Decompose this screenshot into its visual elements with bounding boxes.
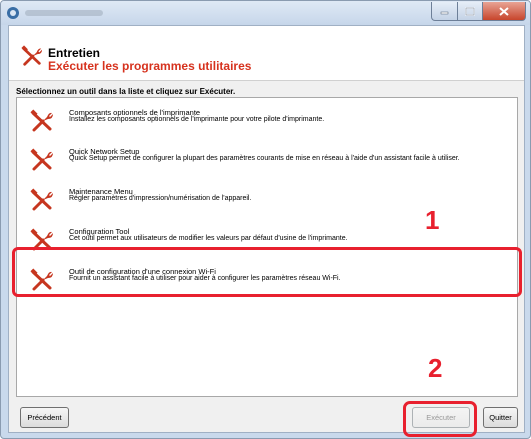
callout-highlight-wifi-item — [12, 247, 522, 297]
tools-icon — [30, 188, 53, 211]
callout-highlight-execute — [403, 401, 477, 437]
previous-button[interactable]: Précédent — [20, 407, 69, 428]
list-item-printer-options[interactable]: Composants optionnels de l'imprimante In… — [17, 101, 517, 141]
close-button[interactable] — [483, 2, 526, 21]
tools-icon — [30, 109, 53, 132]
utility-window: Entretien Exécuter les programmes utilit… — [0, 0, 531, 439]
list-item-quick-network-setup[interactable]: Quick Network Setup Quick Setup permet d… — [17, 140, 517, 180]
dialog-header: Entretien Exécuter les programmes utilit… — [9, 26, 524, 81]
page-subtitle: Exécuter les programmes utilitaires — [48, 59, 252, 73]
list-item-maintenance-menu[interactable]: Maintenance Menu Régler paramètres d'imp… — [17, 180, 517, 220]
tools-icon — [30, 148, 53, 171]
instruction-text: Sélectionnez un outil dans la liste et c… — [16, 87, 236, 96]
quit-button[interactable]: Quitter — [483, 407, 518, 428]
item-description: Quick Setup permet de configurer la plup… — [69, 155, 460, 162]
minimize-icon — [440, 11, 449, 15]
item-description: Installez les composants optionnels de l… — [69, 116, 325, 123]
item-description: Cet outil permet aux utilisateurs de mod… — [69, 235, 348, 242]
window-title-blurred — [25, 10, 103, 16]
app-icon — [7, 7, 19, 19]
callout-step-1: 1 — [425, 205, 440, 235]
close-icon — [499, 6, 509, 16]
window-controls — [431, 2, 526, 21]
tools-icon — [21, 45, 43, 66]
callout-step-2: 2 — [428, 353, 443, 383]
item-description: Régler paramètres d'impression/numérisat… — [69, 195, 252, 202]
title-bar[interactable] — [1, 1, 530, 25]
page-title: Entretien — [48, 46, 101, 60]
maximize-button[interactable] — [458, 2, 483, 21]
minimize-button[interactable] — [431, 2, 458, 21]
dialog-content: Entretien Exécuter les programmes utilit… — [8, 25, 525, 433]
maximize-icon — [465, 6, 475, 16]
